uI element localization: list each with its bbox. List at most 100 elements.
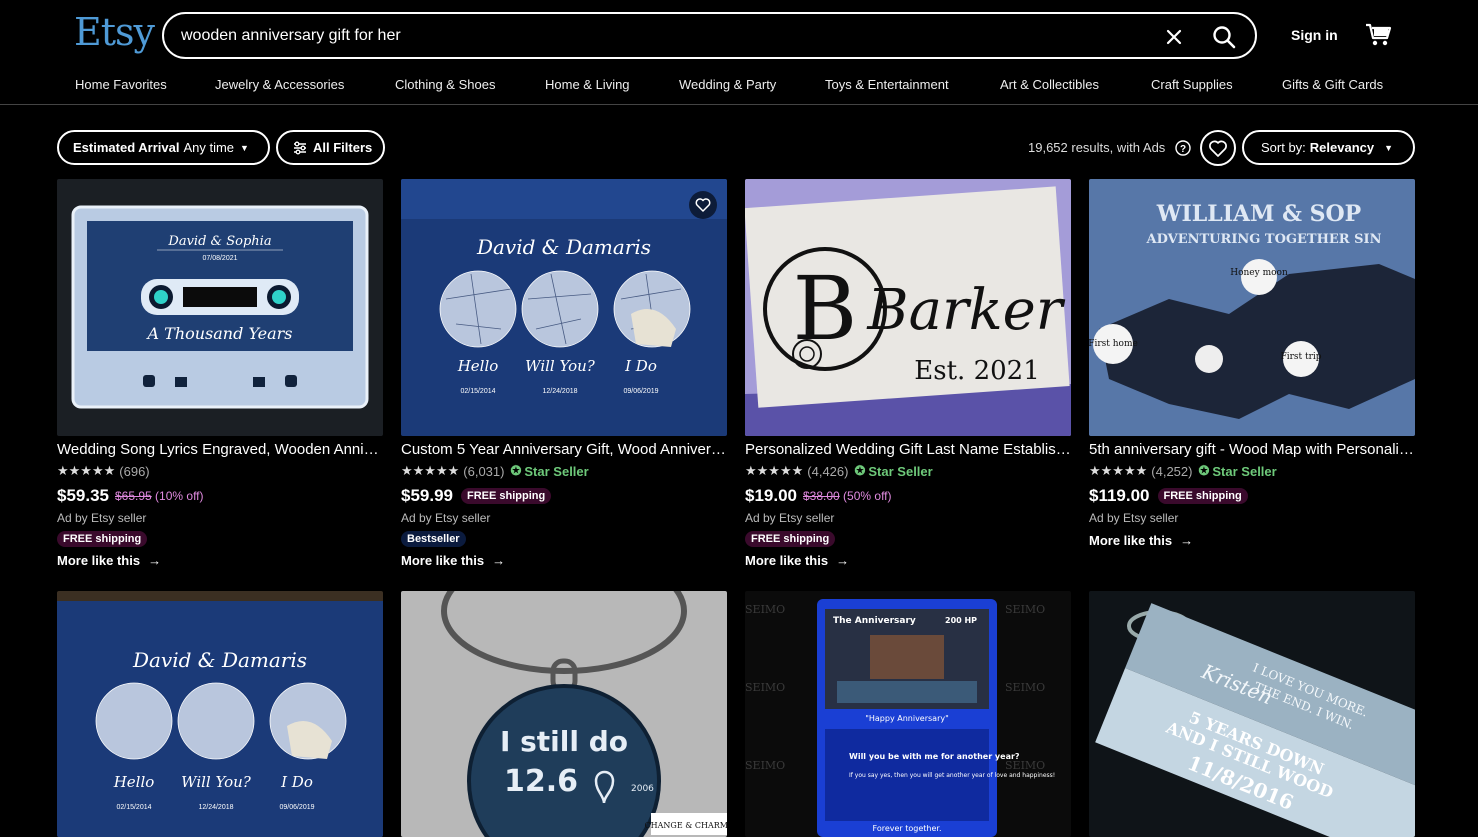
- estimated-arrival-filter[interactable]: Estimated Arrival Any time ▼: [57, 130, 270, 165]
- bestseller-badge: Bestseller: [401, 531, 466, 547]
- pin-label: First trip: [1280, 352, 1321, 362]
- filter-sliders-icon: [294, 141, 306, 154]
- listing-image[interactable]: David & Damaris Hello Will You? I Do 02/…: [57, 591, 383, 837]
- nav-wedding-party[interactable]: Wedding & Party: [679, 77, 776, 92]
- listing-image[interactable]: B Barker Est. 2021: [745, 179, 1071, 436]
- listing-image[interactable]: David & Sophia 07/08/2021 A Thousand Yea…: [57, 179, 383, 436]
- more-like-this-link[interactable]: More like this →: [401, 553, 727, 568]
- map-label: Will You?: [525, 357, 596, 375]
- listing-title[interactable]: 5th anniversary gift - Wood Map with Per…: [1089, 441, 1415, 459]
- free-shipping-badge: FREE shipping: [57, 531, 148, 547]
- watermark: SEIMO: [745, 759, 785, 772]
- map-date: 02/15/2014: [460, 388, 495, 395]
- nav-gifts-gift-cards[interactable]: Gifts & Gift Cards: [1282, 77, 1383, 92]
- coin-number: 12.6: [504, 764, 578, 799]
- map-label: Will You?: [181, 773, 252, 791]
- game-card-footer: Forever together.: [873, 824, 942, 833]
- rating-row: ★★★★★ (696): [57, 462, 383, 480]
- arrival-label: Estimated Arrival: [73, 140, 180, 155]
- listing-image[interactable]: SEIMO SEIMO SEIMO SEIMO SEIMO SEIMO The Ann…: [745, 591, 1071, 837]
- listing-title[interactable]: Custom 5 Year Anniversary Gift, Wood Ann…: [401, 441, 727, 459]
- listing-image[interactable]: I still do 12.6 2006 CHANGE & CHARMS: [401, 591, 727, 837]
- more-like-this-label: More like this: [401, 553, 485, 568]
- site-header: Etsy Sign in: [0, 0, 1478, 70]
- ad-label: Ad by Etsy seller: [401, 511, 491, 525]
- search-input[interactable]: [181, 25, 1131, 47]
- more-like-this-link[interactable]: More like this →: [745, 553, 1071, 568]
- game-card-hp: 200 HP: [945, 616, 977, 625]
- watermark: SEIMO: [745, 681, 785, 694]
- rating-stars: ★★★★★: [401, 463, 460, 478]
- all-filters-button[interactable]: All Filters: [276, 130, 385, 165]
- map-title: WILLIAM & SOP: [1156, 201, 1361, 227]
- review-count: (6,031): [463, 463, 505, 479]
- nav-jewelry-accessories[interactable]: Jewelry & Accessories: [215, 77, 344, 92]
- free-shipping-badge: FREE shipping: [745, 531, 836, 547]
- star-seller-label: Star Seller: [1212, 463, 1277, 479]
- cassette-names: David & Sophia: [167, 234, 271, 249]
- listing-info: Personalized Wedding Gift Last Name Esta…: [745, 441, 1071, 568]
- sign-name: Barker: [866, 278, 1065, 343]
- caret-down-icon: ▼: [1384, 142, 1394, 153]
- map-date: 09/06/2019: [279, 804, 314, 811]
- more-like-this-label: More like this: [1089, 533, 1173, 548]
- cassette-song: A Thousand Years: [146, 324, 293, 343]
- more-like-this-link[interactable]: More like this →: [57, 553, 383, 568]
- star-seller-icon: ✪: [510, 463, 522, 478]
- sign-in-link[interactable]: Sign in: [1291, 27, 1338, 43]
- svg-text:?: ?: [1180, 144, 1186, 155]
- pin-label: Honey moon: [1230, 268, 1288, 278]
- sign-est: Est. 2021: [914, 356, 1039, 386]
- category-nav: Home Favorites Jewelry & Accessories Clo…: [0, 70, 1478, 105]
- free-shipping-badge: FREE shipping: [1157, 488, 1248, 504]
- favorite-button[interactable]: [689, 191, 717, 219]
- map-date: 09/06/2019: [623, 388, 658, 395]
- price-row: $19.00 $38.00 (50% off): [745, 485, 1071, 507]
- listing-title[interactable]: Wedding Song Lyrics Engraved, Wooden Ann…: [57, 441, 383, 459]
- pin-label: First home: [1089, 339, 1138, 349]
- cart-icon[interactable]: [1365, 22, 1393, 48]
- rating-row: ★★★★★ (6,031) ✪ Star Seller: [401, 462, 727, 480]
- listing-title[interactable]: Personalized Wedding Gift Last Name Esta…: [745, 441, 1071, 459]
- rating-stars: ★★★★★: [1089, 463, 1148, 478]
- nav-toys-entertainment[interactable]: Toys & Entertainment: [825, 77, 949, 92]
- map-date: 02/15/2014: [116, 804, 151, 811]
- nav-craft-supplies[interactable]: Craft Supplies: [1151, 77, 1233, 92]
- game-card-question: Will you be with me for another year?: [849, 752, 1020, 761]
- listing-card[interactable]: David & Sophia 07/08/2021 A Thousand Yea…: [57, 179, 383, 579]
- price: $59.99: [401, 486, 453, 505]
- ad-label: Ad by Etsy seller: [57, 511, 147, 525]
- coin-text: I still do: [500, 725, 628, 758]
- more-like-this-link[interactable]: More like this →: [1089, 533, 1415, 548]
- favorite-search-button[interactable]: [1200, 130, 1236, 166]
- search-icon[interactable]: [1210, 23, 1238, 51]
- etsy-logo[interactable]: Etsy: [74, 10, 155, 54]
- listing-image[interactable]: WILLIAM & SOP ADVENTURING TOGETHER SIN H…: [1089, 179, 1415, 436]
- shop-logo: CHANGE & CHARMS: [645, 821, 727, 830]
- nav-clothing-shoes[interactable]: Clothing & Shoes: [395, 77, 495, 92]
- discount: (50% off): [843, 489, 892, 503]
- nav-art-collectibles[interactable]: Art & Collectibles: [1000, 77, 1099, 92]
- map-date: 12/24/2018: [198, 804, 233, 811]
- listing-card[interactable]: David & Damaris Hello Will You? I Do 02/…: [401, 179, 727, 579]
- watermark: SEIMO: [1005, 681, 1045, 694]
- listing-image[interactable]: David & Damaris Hello Will You? I Do 02/…: [401, 179, 727, 436]
- sort-dropdown[interactable]: Sort by: Relevancy ▼: [1242, 130, 1415, 165]
- listing-card[interactable]: WILLIAM & SOP ADVENTURING TOGETHER SIN H…: [1089, 179, 1415, 579]
- listing-image[interactable]: I LOVE YOU MORE. THE END. I WIN. Kristen…: [1089, 591, 1415, 837]
- nav-home-living[interactable]: Home & Living: [545, 77, 630, 92]
- nav-home-favorites[interactable]: Home Favorites: [75, 77, 167, 92]
- review-count: (4,252): [1151, 463, 1193, 479]
- all-filters-label: All Filters: [313, 140, 373, 155]
- star-seller-icon: ✪: [854, 463, 866, 478]
- cassette-date: 07/08/2021: [202, 255, 237, 262]
- game-card-title: The Anniversary: [833, 616, 916, 626]
- ad-label: Ad by Etsy seller: [745, 511, 835, 525]
- listing-card[interactable]: B Barker Est. 2021 Personalized Wedding …: [745, 179, 1071, 579]
- game-card-body: If you say yes, then you will get anothe…: [849, 772, 1055, 779]
- clear-search-icon[interactable]: [1162, 25, 1186, 49]
- map-date: 12/24/2018: [542, 388, 577, 395]
- discount: (10% off): [155, 489, 204, 503]
- more-like-this-label: More like this: [745, 553, 829, 568]
- help-icon[interactable]: ?: [1175, 140, 1191, 156]
